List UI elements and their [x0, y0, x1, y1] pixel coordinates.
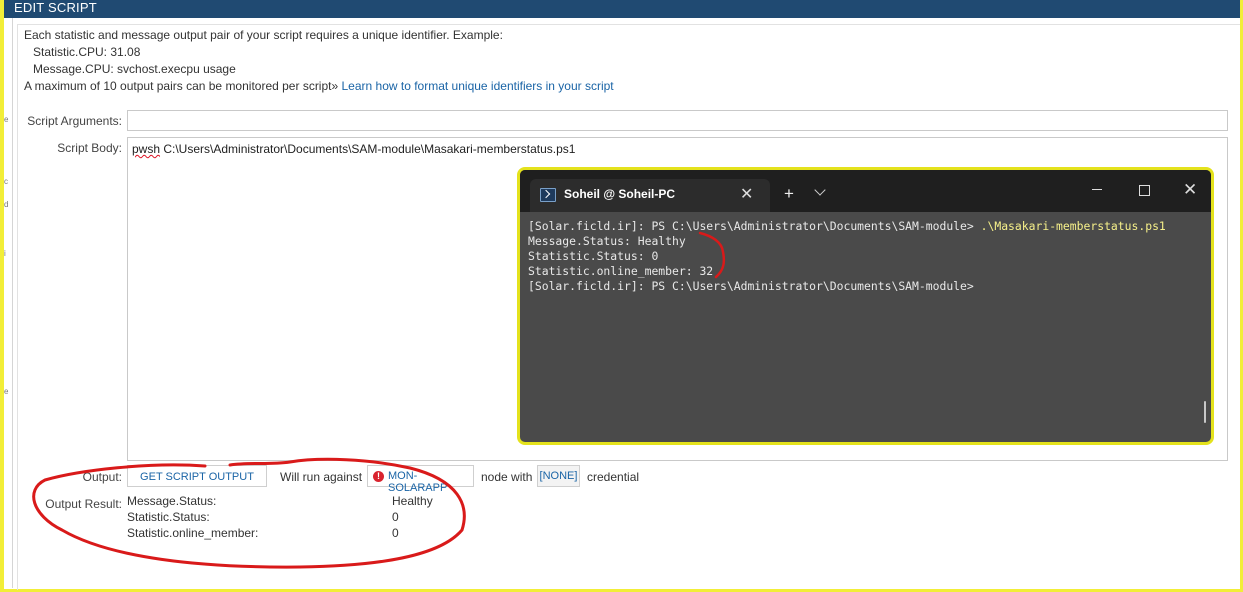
- window-close-icon[interactable]: ✕: [1183, 180, 1197, 200]
- credential-selector[interactable]: [NONE]: [537, 465, 580, 487]
- terminal-window[interactable]: Soheil @ Soheil-PC ✕ + ✕ [Solar.ficld.ir…: [517, 167, 1214, 445]
- unique-id-info: Each statistic and message output pair o…: [24, 28, 503, 42]
- spellcheck-word: pwsh: [132, 142, 161, 156]
- script-body-text: pwsh C:\Users\Administrator\Documents\SA…: [132, 142, 575, 156]
- edge-fragment: d: [4, 200, 9, 209]
- edit-script-header: EDIT SCRIPT: [4, 0, 1240, 18]
- powershell-icon: [540, 188, 556, 202]
- learn-format-link[interactable]: Learn how to format unique identifiers i…: [342, 79, 614, 93]
- terminal-line: [Solar.ficld.ir]: PS C:\Users\Administra…: [528, 219, 1166, 234]
- result-value: 0: [392, 510, 399, 524]
- node-selector[interactable]: ! MON-SOLARAPP: [367, 465, 474, 494]
- example-message: Message.CPU: svchost.execpu usage: [33, 62, 236, 76]
- result-value: 0: [392, 526, 399, 540]
- script-arguments-input[interactable]: [127, 110, 1228, 131]
- terminal-line: Message.Status: Healthy: [528, 234, 686, 248]
- result-name: Statistic.online_member:: [127, 526, 259, 540]
- max-pairs-text: A maximum of 10 output pairs can be moni…: [24, 79, 339, 93]
- new-tab-icon[interactable]: +: [784, 184, 794, 204]
- script-arguments-label: Script Arguments:: [27, 114, 122, 128]
- max-pairs-info: A maximum of 10 output pairs can be moni…: [24, 78, 614, 94]
- left-panel-edge: e c d i e: [4, 18, 13, 588]
- terminal-prompt: [Solar.ficld.ir]: PS C:\Users\Administra…: [528, 219, 981, 233]
- terminal-tab-title: Soheil @ Soheil-PC: [564, 187, 676, 201]
- terminal-scrollbar[interactable]: [1204, 401, 1206, 423]
- terminal-output[interactable]: [Solar.ficld.ir]: PS C:\Users\Administra…: [528, 219, 1166, 294]
- edge-fragment: i: [4, 249, 6, 258]
- terminal-line: Statistic.online_member: 32: [528, 264, 714, 278]
- script-body-label: Script Body:: [57, 141, 122, 155]
- edge-fragment: c: [4, 177, 8, 186]
- page-title: EDIT SCRIPT: [14, 0, 97, 15]
- result-name: Message.Status:: [127, 494, 217, 508]
- terminal-command: .\Masakari-memberstatus.ps1: [980, 219, 1166, 233]
- get-script-output-button[interactable]: GET SCRIPT OUTPUT: [127, 465, 267, 487]
- terminal-line: [Solar.ficld.ir]: PS C:\Users\Administra…: [528, 279, 974, 293]
- edge-fragment: e: [4, 115, 9, 124]
- tab-close-icon[interactable]: ✕: [740, 184, 753, 204]
- terminal-tab[interactable]: Soheil @ Soheil-PC ✕: [530, 179, 770, 212]
- node-with-text: node with: [481, 470, 533, 484]
- chevron-down-icon[interactable]: [814, 184, 826, 196]
- script-path: C:\Users\Administrator\Documents\SAM-mod…: [160, 142, 576, 156]
- result-value: Healthy: [392, 494, 433, 508]
- output-result-label: Output Result:: [45, 497, 122, 511]
- node-name: MON-SOLARAPP: [388, 470, 448, 494]
- warning-icon: !: [373, 471, 384, 482]
- will-run-text: Will run against: [280, 470, 363, 484]
- minimize-icon[interactable]: [1092, 189, 1102, 190]
- example-statistic: Statistic.CPU: 31.08: [33, 45, 141, 59]
- edge-fragment: e: [4, 387, 9, 396]
- credential-text: credential: [587, 470, 640, 484]
- maximize-icon[interactable]: [1139, 185, 1150, 196]
- terminal-titlebar: Soheil @ Soheil-PC ✕ + ✕: [520, 170, 1211, 212]
- terminal-line: Statistic.Status: 0: [528, 249, 659, 263]
- result-name: Statistic.Status:: [127, 510, 210, 524]
- output-label: Output:: [82, 470, 122, 484]
